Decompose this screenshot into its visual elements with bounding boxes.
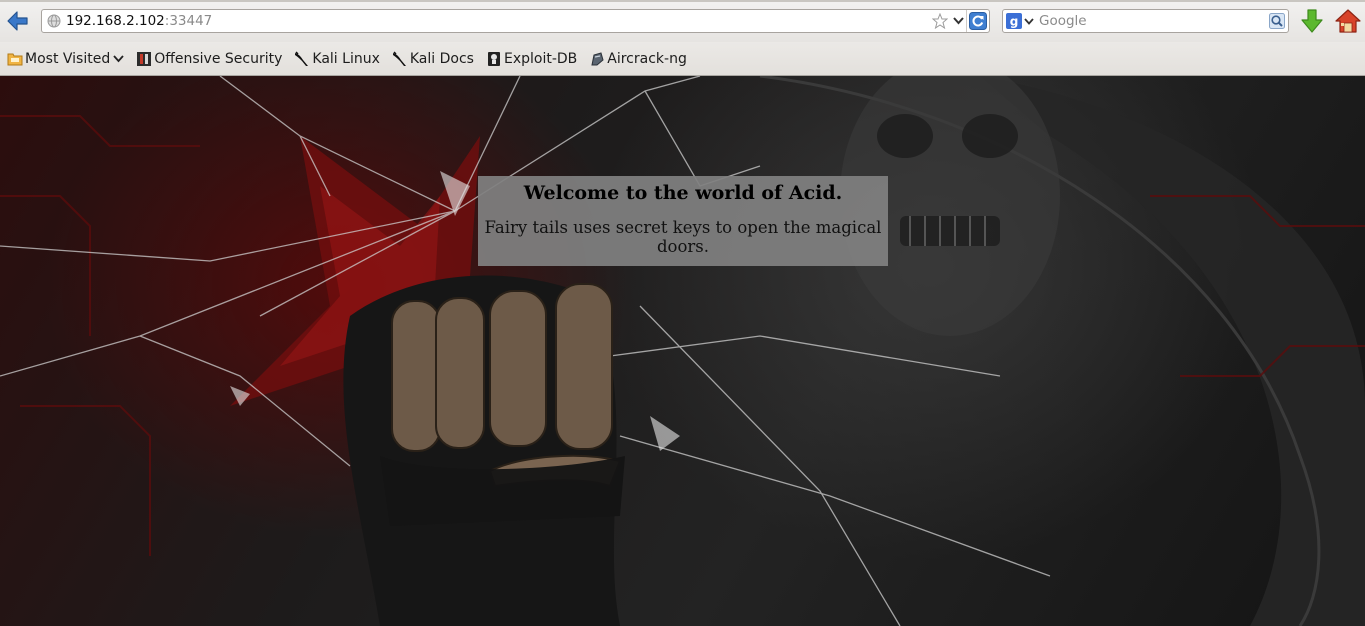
chevron-down-icon <box>113 54 124 62</box>
home-button[interactable] <box>1333 7 1363 35</box>
bookmark-aircrack-ng[interactable]: Aircrack-ng <box>586 47 690 71</box>
site-identity-button[interactable] <box>42 10 66 32</box>
star-icon <box>932 13 948 29</box>
exploitdb-icon <box>486 51 502 67</box>
search-input[interactable] <box>1037 11 1266 31</box>
bookmark-label: Offensive Security <box>154 50 283 67</box>
bookmark-label: Kali Linux <box>312 50 380 67</box>
welcome-message: Fairy tails uses secret keys to open the… <box>484 218 882 256</box>
kali-dragon-icon <box>294 50 310 67</box>
tab-strip-edge <box>0 0 1365 2</box>
back-button[interactable] <box>4 8 32 34</box>
chevron-down-icon <box>1024 17 1034 25</box>
download-arrow-icon <box>1301 9 1323 33</box>
bookmark-label: Kali Docs <box>409 50 474 67</box>
background-artwork <box>0 76 1365 626</box>
downloads-button[interactable] <box>1298 7 1326 35</box>
aircrack-icon <box>589 51 605 67</box>
back-arrow-icon <box>7 11 28 31</box>
offsec-icon <box>136 51 152 67</box>
globe-icon <box>47 14 61 28</box>
home-icon <box>1335 9 1361 33</box>
kali-dragon-icon <box>392 50 408 67</box>
bookmark-kali-linux[interactable]: Kali Linux <box>291 47 382 71</box>
url-port: :33447 <box>164 13 213 29</box>
bookmark-star-button[interactable] <box>930 13 950 29</box>
bookmark-exploit-db[interactable]: Exploit-DB <box>483 47 580 71</box>
search-go-button[interactable] <box>1266 13 1288 29</box>
bookmark-offensive-security[interactable]: Offensive Security <box>133 47 285 71</box>
url-bar[interactable]: 192.168.2.102:33447 <box>41 9 990 33</box>
bookmark-label: Aircrack-ng <box>607 50 687 67</box>
history-dropdown-button[interactable] <box>950 17 966 25</box>
reload-button[interactable] <box>966 10 989 32</box>
url-host: 192.168.2.102 <box>66 13 165 29</box>
reload-icon <box>969 12 987 30</box>
search-engine-selector[interactable]: g <box>1003 10 1037 32</box>
svg-text:g: g <box>1010 15 1019 29</box>
google-icon: g <box>1006 13 1022 29</box>
bookmark-label: Exploit-DB <box>503 50 578 67</box>
welcome-box: Welcome to the world of Acid. Fairy tail… <box>478 176 888 266</box>
search-bar[interactable]: g <box>1002 9 1289 33</box>
page-content: Welcome to the world of Acid. Fairy tail… <box>0 76 1365 626</box>
bookmarks-toolbar: Most Visited Offensive Security Kali Lin… <box>0 42 1365 76</box>
chevron-down-icon <box>952 17 964 25</box>
bookmark-kali-docs[interactable]: Kali Docs <box>389 47 477 71</box>
folder-icon <box>7 51 23 67</box>
navigation-toolbar: 192.168.2.102:33447 g <box>0 0 1365 42</box>
bookmark-label: Most Visited <box>25 50 111 67</box>
bookmark-most-visited[interactable]: Most Visited <box>4 47 127 71</box>
welcome-heading: Welcome to the world of Acid. <box>523 182 843 204</box>
url-text[interactable]: 192.168.2.102:33447 <box>66 10 930 32</box>
magnifier-icon <box>1269 13 1285 29</box>
